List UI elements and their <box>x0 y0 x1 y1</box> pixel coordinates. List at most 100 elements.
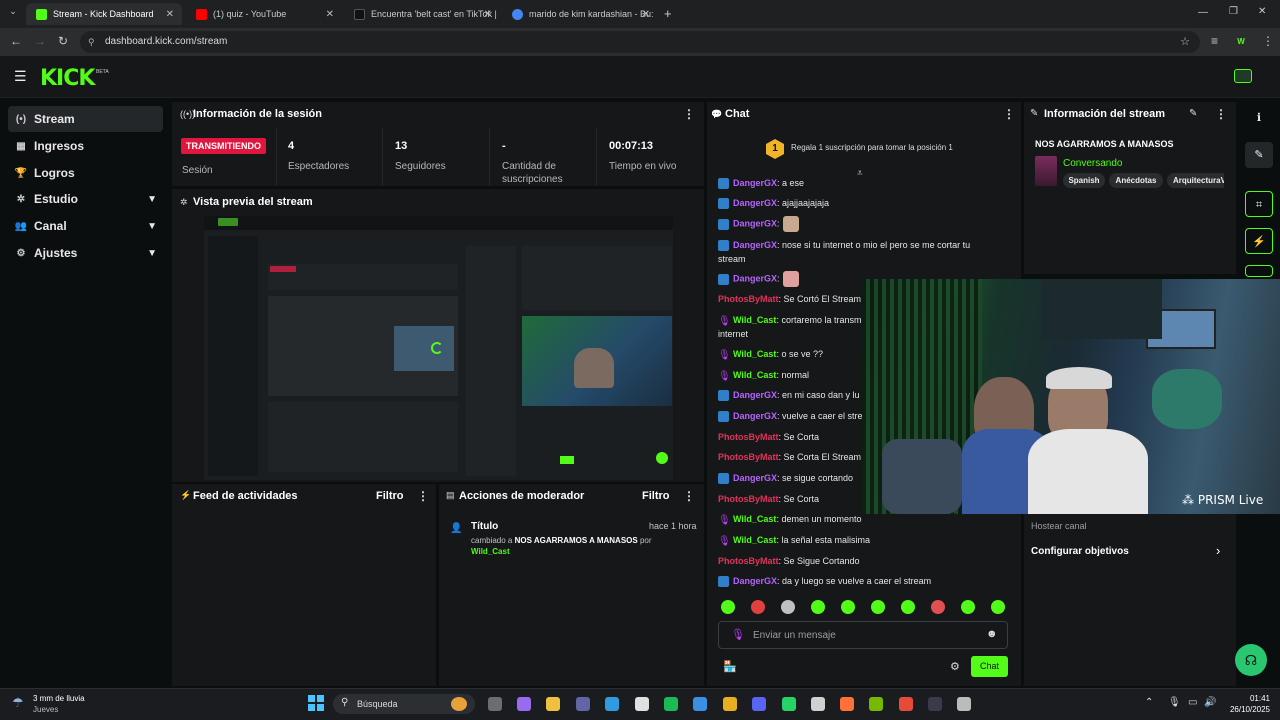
sidebar-item-ajustes[interactable]: ⚙ Ajustes ▼ <box>8 240 163 266</box>
emote-icon[interactable] <box>721 600 735 614</box>
firefox-icon[interactable] <box>840 697 854 711</box>
configure-goals-link[interactable]: Configurar objetivos <box>1031 546 1129 557</box>
chat-username[interactable]: Wild_Cast <box>733 370 776 380</box>
sidebar-item-logros[interactable]: 🏆 Logros <box>8 160 163 186</box>
chat-username[interactable]: DangerGX <box>733 576 777 586</box>
tab-google[interactable]: marido de kim kardashian - Bu: ✕ <box>502 3 658 25</box>
clip-icon[interactable]: ⌗ <box>1245 191 1273 217</box>
chat-username[interactable]: DangerGX <box>733 240 777 250</box>
clock-time[interactable]: 01:41 <box>1240 694 1270 703</box>
chat-username[interactable]: PhotosByMatt <box>718 452 779 462</box>
nvidia-icon[interactable] <box>869 697 883 711</box>
activity-filter-button[interactable]: Filtro <box>376 490 404 502</box>
back-icon[interactable]: ← <box>10 34 22 48</box>
user-avatar[interactable] <box>1234 69 1252 83</box>
settings-icon[interactable] <box>957 697 971 711</box>
chrome-icon[interactable] <box>723 697 737 711</box>
tab-kick-dashboard[interactable]: Stream - Kick Dashboard ✕ <box>26 3 182 25</box>
address-bar[interactable]: ⚲ dashboard.kick.com/stream ☆ <box>80 31 1200 53</box>
windows-start-icon[interactable] <box>308 695 324 711</box>
site-info-icon[interactable]: ⚲ <box>88 31 95 53</box>
chat-username[interactable]: DangerGX <box>733 218 777 228</box>
emote-icon[interactable] <box>991 600 1005 614</box>
emote-icon[interactable] <box>811 600 825 614</box>
activity-menu-icon[interactable]: ⋮ <box>417 489 429 503</box>
send-chat-button[interactable]: Chat <box>971 656 1008 677</box>
restore-icon[interactable]: ❐ <box>1229 6 1238 17</box>
emote-icon[interactable] <box>841 600 855 614</box>
app-icon[interactable] <box>811 697 825 711</box>
sidebar-item-estudio[interactable]: ✲ Estudio ▼ <box>8 186 163 212</box>
emote-icon[interactable] <box>931 600 945 614</box>
tag-chip[interactable]: ArquitecturaV <box>1167 173 1224 188</box>
profile-avatar[interactable]: W <box>1234 35 1248 49</box>
moderator-filter-button[interactable]: Filtro <box>642 490 670 502</box>
whatsapp-icon[interactable] <box>782 697 796 711</box>
microphone-tray-icon[interactable]: 🎙 <box>1168 697 1181 708</box>
chat-username[interactable]: Wild_Cast <box>733 535 776 545</box>
store-icon[interactable]: 🏪 <box>723 660 737 673</box>
category-thumbnail[interactable] <box>1035 156 1057 186</box>
copilot-icon[interactable] <box>517 697 531 711</box>
edit-stream-info-icon[interactable]: ✎ <box>1189 108 1197 119</box>
weather-text[interactable]: 3 mm de lluvia <box>33 694 85 703</box>
discord-icon[interactable] <box>752 697 766 711</box>
sidebar-item-canal[interactable]: 👥 Canal ▼ <box>8 213 163 239</box>
tab-search-icon[interactable]: ⌄ <box>6 6 20 20</box>
new-tab-icon[interactable]: + <box>664 6 672 21</box>
chat-emote-icon[interactable] <box>782 271 799 287</box>
category-name[interactable]: Conversando <box>1063 158 1122 169</box>
spotify-icon[interactable] <box>664 697 678 711</box>
chat-username[interactable]: Wild_Cast <box>733 349 776 359</box>
moderator-menu-icon[interactable]: ⋮ <box>683 489 695 503</box>
chat-input-box[interactable]: 🎙 Enviar un mensaje ☻ <box>718 621 1008 649</box>
chat-settings-icon[interactable]: ⚙ <box>950 660 960 673</box>
weather-rain-icon[interactable]: ☂ <box>12 695 24 711</box>
kick-logo[interactable]: KICK <box>40 66 95 91</box>
emoji-picker-icon[interactable]: ☻ <box>986 628 998 640</box>
minimize-icon[interactable]: — <box>1198 7 1208 18</box>
close-tab-icon[interactable]: ✕ <box>326 9 334 20</box>
obs-icon[interactable] <box>928 697 942 711</box>
tag-chip[interactable]: Spanish <box>1063 173 1105 188</box>
taskbar-search[interactable]: ⚲ Búsqueda <box>333 694 475 714</box>
tag-chip[interactable]: Anécdotas <box>1109 173 1163 188</box>
browser-menu-icon[interactable]: ⋮ <box>1262 34 1274 48</box>
rail-more-icon[interactable] <box>1245 265 1273 277</box>
chat-username[interactable]: PhotosByMatt <box>718 556 779 566</box>
emote-icon[interactable] <box>901 600 915 614</box>
close-tab-icon[interactable]: ✕ <box>642 9 650 20</box>
forward-icon[interactable]: → <box>34 34 46 48</box>
reload-icon[interactable]: ↻ <box>58 34 68 48</box>
stream-preview-video[interactable] <box>204 216 673 480</box>
chat-username[interactable]: PhotosByMatt <box>718 294 779 304</box>
reading-list-icon[interactable]: ≡ <box>1211 34 1218 48</box>
network-icon[interactable]: ▭ <box>1188 697 1197 708</box>
session-menu-icon[interactable]: ⋮ <box>683 107 695 121</box>
close-tab-icon[interactable]: ✕ <box>166 9 174 20</box>
close-window-icon[interactable]: ✕ <box>1258 6 1266 17</box>
edit-rail-icon[interactable]: ✎ <box>1245 142 1273 168</box>
gift-subscription-prompt[interactable]: Regala 1 suscripción para tomar la posic… <box>791 143 953 152</box>
emote-icon[interactable] <box>961 600 975 614</box>
mic-icon[interactable]: 🎙 <box>731 628 745 641</box>
volume-icon[interactable]: 🔊 <box>1204 697 1216 708</box>
tray-chevron-icon[interactable]: ⌃ <box>1145 697 1153 708</box>
emote-icon[interactable] <box>871 600 885 614</box>
stream-info-menu-icon[interactable]: ⋮ <box>1215 107 1227 121</box>
chat-username[interactable]: DangerGX <box>733 411 777 421</box>
emote-icon[interactable] <box>781 600 795 614</box>
chat-username[interactable]: PhotosByMatt <box>718 432 779 442</box>
chat-username[interactable]: Wild_Cast <box>733 315 776 325</box>
chat-username[interactable]: Wild_Cast <box>733 514 776 524</box>
bookmark-star-icon[interactable]: ☆ <box>1180 31 1190 53</box>
sidebar-item-stream[interactable]: (•) Stream <box>8 106 163 132</box>
chrome-profile-icon[interactable] <box>899 697 913 711</box>
store-icon[interactable] <box>635 697 649 711</box>
file-explorer-icon[interactable] <box>488 697 502 711</box>
chat-username[interactable]: DangerGX <box>733 178 777 188</box>
chat-username[interactable]: DangerGX <box>733 198 777 208</box>
host-channel-label[interactable]: Hostear canal <box>1031 521 1087 531</box>
chat-menu-icon[interactable]: ⋮ <box>1003 107 1015 121</box>
teams-icon[interactable] <box>576 697 590 711</box>
